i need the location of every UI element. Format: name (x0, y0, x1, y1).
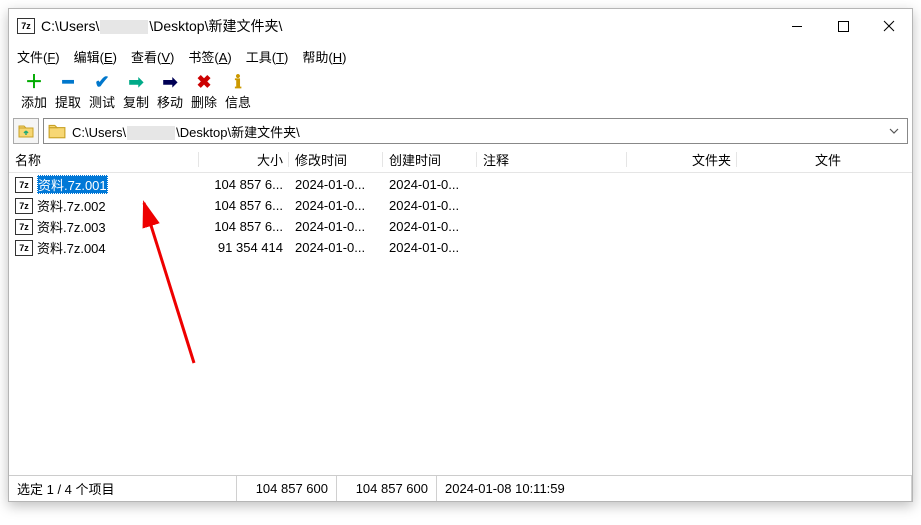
toolbar-delete-label: 删除 (187, 92, 221, 111)
file-row[interactable]: 7z资料.7z.002104 857 6...2024-01-0...2024-… (9, 195, 912, 216)
check-icon: ✔ (85, 72, 119, 92)
status-selection: 选定 1 / 4 个项目 (9, 476, 237, 501)
minimize-button[interactable] (774, 9, 820, 43)
maximize-icon (838, 21, 849, 32)
toolbar-extract-button[interactable]: ━提取 (51, 72, 85, 111)
file-name: 资料.7z.002 (37, 196, 106, 215)
status-size-2: 104 857 600 (337, 476, 437, 501)
path-input[interactable]: C:\Users\ \Desktop\新建文件夹\ (43, 118, 908, 144)
cross-icon: ✖ (187, 72, 221, 92)
toolbar-info-button[interactable]: ℹ信息 (221, 72, 255, 111)
column-header-name[interactable]: 名称 (9, 150, 199, 169)
title-path-prefix: C:\Users\ (41, 18, 99, 34)
app-window: 7z C:\Users\ \Desktop\新建文件夹\ 文件(F) 编辑(E) … (8, 8, 913, 502)
file-size: 104 857 6... (199, 177, 289, 192)
toolbar-info-label: 信息 (221, 92, 255, 111)
up-folder-button[interactable] (13, 118, 39, 144)
file-ctime: 2024-01-0... (383, 219, 477, 234)
file-mtime: 2024-01-0... (289, 198, 383, 213)
folder-icon (48, 122, 66, 140)
close-icon (883, 20, 895, 32)
menu-bookmarks[interactable]: 书签(A) (188, 47, 231, 66)
file-row[interactable]: 7z资料.7z.003104 857 6...2024-01-0...2024-… (9, 216, 912, 237)
column-headers: 名称 大小 修改时间 创建时间 注释 文件夹 文件 (9, 147, 912, 173)
archive-icon: 7z (15, 198, 33, 214)
status-size-1: 104 857 600 (237, 476, 337, 501)
toolbar-add-label: 添加 (17, 92, 51, 111)
toolbar-add-button[interactable]: ＋添加 (17, 72, 51, 111)
arrow-move-icon: ➡ (153, 72, 187, 92)
file-mtime: 2024-01-0... (289, 240, 383, 255)
menubar: 文件(F) 编辑(E) 查看(V) 书签(A) 工具(T) 帮助(H) (9, 43, 912, 72)
file-rows[interactable]: 7z资料.7z.001104 857 6...2024-01-0...2024-… (9, 173, 912, 475)
folder-up-icon (18, 123, 34, 139)
archive-icon: 7z (15, 219, 33, 235)
file-ctime: 2024-01-0... (383, 177, 477, 192)
path-prefix: C:\Users\ (72, 125, 126, 140)
file-list: 名称 大小 修改时间 创建时间 注释 文件夹 文件 7z资料.7z.001104… (9, 147, 912, 475)
titlebar[interactable]: 7z C:\Users\ \Desktop\新建文件夹\ (9, 9, 912, 43)
archive-icon: 7z (15, 177, 33, 193)
plus-icon: ＋ (17, 72, 51, 92)
toolbar-test-label: 测试 (85, 92, 119, 111)
path-suffix: \Desktop\新建文件夹\ (176, 125, 300, 140)
menu-tools[interactable]: 工具(T) (246, 47, 289, 66)
column-header-ctime[interactable]: 创建时间 (383, 150, 477, 169)
column-header-size[interactable]: 大小 (199, 150, 289, 169)
file-size: 104 857 6... (199, 219, 289, 234)
path-dropdown-button[interactable] (884, 119, 903, 143)
file-mtime: 2024-01-0... (289, 219, 383, 234)
status-date: 2024-01-08 10:11:59 (437, 476, 912, 501)
toolbar-delete-button[interactable]: ✖删除 (187, 72, 221, 111)
minimize-icon (792, 26, 802, 27)
arrow-copy-icon: ➡ (119, 72, 153, 92)
title-path-suffix: \Desktop\新建文件夹\ (149, 18, 282, 34)
app-icon: 7z (17, 17, 35, 35)
file-row[interactable]: 7z资料.7z.001104 857 6...2024-01-0...2024-… (9, 174, 912, 195)
column-header-folder[interactable]: 文件夹 (627, 150, 737, 169)
address-bar: C:\Users\ \Desktop\新建文件夹\ (9, 115, 912, 147)
menu-help[interactable]: 帮助(H) (302, 47, 346, 66)
toolbar-copy-button[interactable]: ➡复制 (119, 72, 153, 111)
chevron-down-icon (889, 126, 899, 136)
column-header-file[interactable]: 文件 (737, 150, 847, 169)
path-text: C:\Users\ \Desktop\新建文件夹\ (72, 122, 300, 141)
toolbar-copy-label: 复制 (119, 92, 153, 111)
redacted-username (100, 20, 148, 34)
window-title: C:\Users\ \Desktop\新建文件夹\ (41, 16, 282, 36)
file-name: 资料.7z.001 (37, 175, 108, 194)
file-name: 资料.7z.004 (37, 238, 106, 257)
file-mtime: 2024-01-0... (289, 177, 383, 192)
info-icon: ℹ (221, 72, 255, 92)
toolbar-extract-label: 提取 (51, 92, 85, 111)
archive-icon: 7z (15, 240, 33, 256)
column-header-mtime[interactable]: 修改时间 (289, 150, 383, 169)
file-ctime: 2024-01-0... (383, 240, 477, 255)
menu-edit[interactable]: 编辑(E) (74, 47, 117, 66)
column-header-comment[interactable]: 注释 (477, 150, 627, 169)
file-size: 91 354 414 (199, 240, 289, 255)
close-button[interactable] (866, 9, 912, 43)
statusbar: 选定 1 / 4 个项目 104 857 600 104 857 600 202… (9, 475, 912, 501)
file-ctime: 2024-01-0... (383, 198, 477, 213)
toolbar-test-button[interactable]: ✔测试 (85, 72, 119, 111)
file-row[interactable]: 7z资料.7z.00491 354 4142024-01-0...2024-01… (9, 237, 912, 258)
file-name: 资料.7z.003 (37, 217, 106, 236)
toolbar-move-button[interactable]: ➡移动 (153, 72, 187, 111)
minus-icon: ━ (51, 72, 85, 92)
toolbar: ＋添加 ━提取 ✔测试 ➡复制 ➡移动 ✖删除 ℹ信息 (9, 72, 912, 115)
toolbar-move-label: 移动 (153, 92, 187, 111)
redacted-username-2 (127, 126, 175, 140)
file-size: 104 857 6... (199, 198, 289, 213)
menu-file[interactable]: 文件(F) (17, 47, 60, 66)
maximize-button[interactable] (820, 9, 866, 43)
menu-view[interactable]: 查看(V) (131, 47, 174, 66)
